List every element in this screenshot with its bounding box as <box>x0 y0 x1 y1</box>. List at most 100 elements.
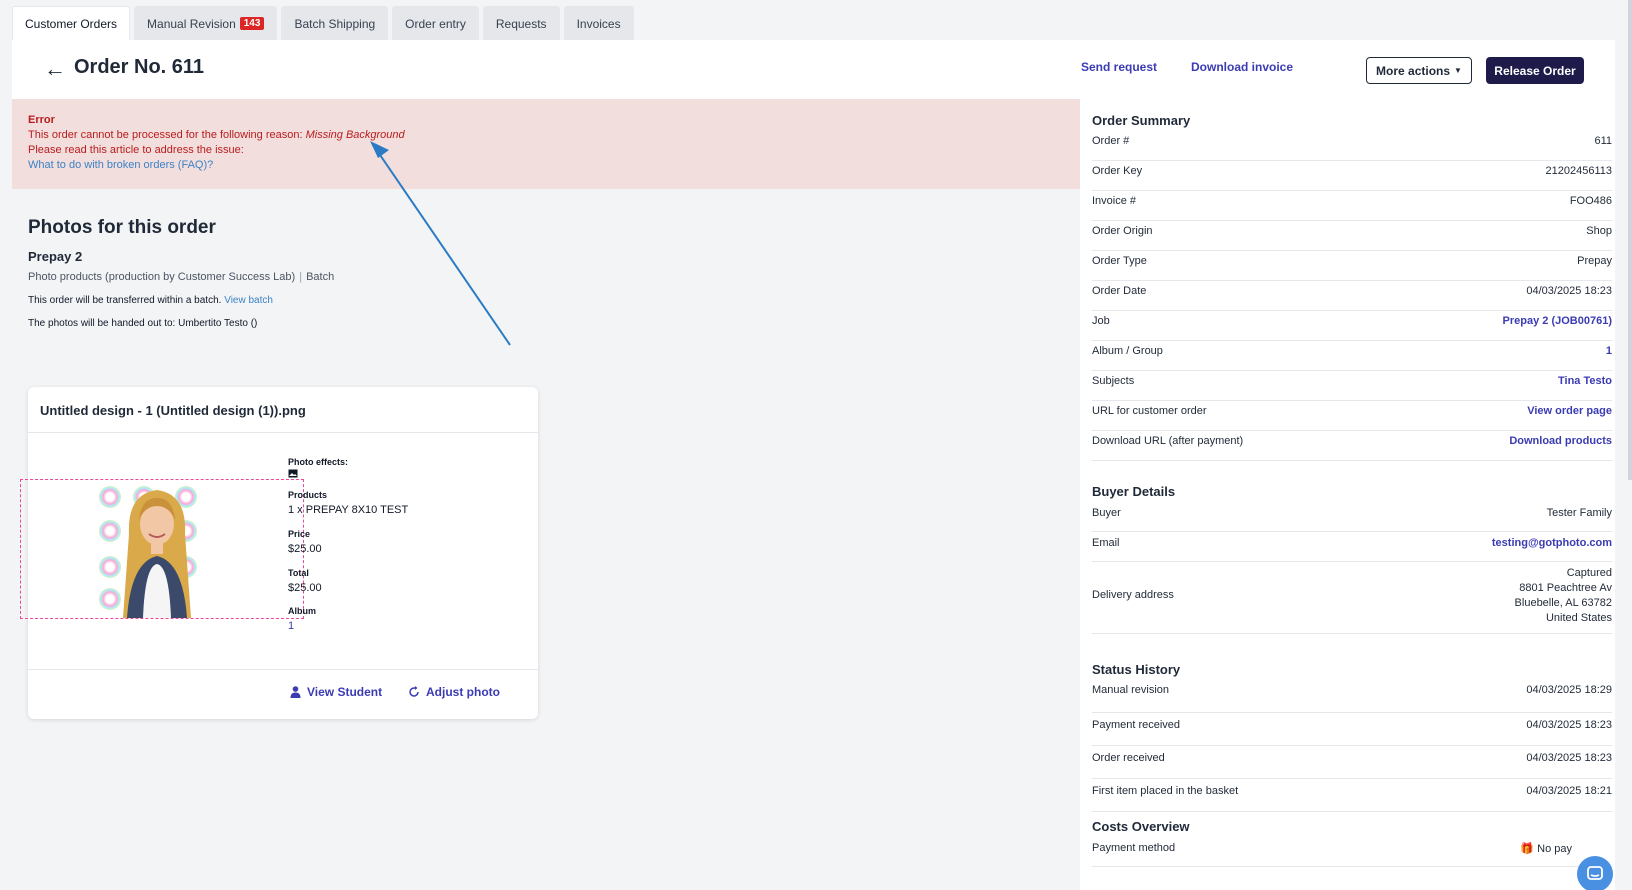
summary-row: Subjects Tina Testo <box>1092 371 1612 401</box>
view-student-button[interactable]: View Student <box>290 685 382 699</box>
order-summary-title: Order Summary <box>1092 113 1191 128</box>
summary-key: Order # <box>1092 135 1130 147</box>
buyer-row: Buyer Tester Family <box>1092 502 1612 532</box>
address-line: Bluebelle, AL 63782 <box>1514 597 1612 609</box>
production-info: Photo products (production by Customer S… <box>28 271 334 283</box>
summary-key: Order Key <box>1092 165 1143 177</box>
error-title: Error <box>28 114 55 126</box>
price-label: Price <box>288 529 311 539</box>
gift-icon: 🎁 <box>1520 843 1535 855</box>
email-link[interactable]: testing@gotphoto.com <box>1492 537 1612 549</box>
tab-label: Customer Orders <box>25 17 118 31</box>
photo-effects-label: Photo effects: <box>288 457 349 467</box>
address-line: United States <box>1545 612 1612 624</box>
album-label: Album <box>288 606 316 616</box>
tab-invoices[interactable]: Invoices <box>563 6 634 40</box>
handed-out-text: The photos will be handed out to: Umbert… <box>28 318 258 329</box>
buyer-key: Buyer <box>1092 507 1121 519</box>
summary-row: Order # 611 <box>1092 131 1612 161</box>
address-value: Captured 8801 Peachtree Av Bluebelle, AL… <box>1515 566 1612 626</box>
album-link[interactable]: 1 <box>288 620 294 632</box>
summary-row: Order Origin Shop <box>1092 221 1612 251</box>
summary-row: Order Date 04/03/2025 18:23 <box>1092 281 1612 311</box>
release-order-button[interactable]: Release Order <box>1486 57 1584 84</box>
batch-label: Batch <box>306 271 335 283</box>
chat-icon <box>1587 866 1603 880</box>
tab-label: Invoices <box>576 16 621 31</box>
status-key: Manual revision <box>1092 684 1170 696</box>
buyer-details-title: Buyer Details <box>1092 484 1176 499</box>
tab-requests[interactable]: Requests <box>482 6 560 40</box>
tab-order-entry[interactable]: Order entry <box>392 6 479 40</box>
student-portrait-image <box>123 490 191 618</box>
error-alert: Error This order cannot be processed for… <box>12 99 1080 189</box>
total-value: $25.00 <box>288 582 322 594</box>
faq-link[interactable]: What to do with broken orders (FAQ)? <box>28 158 1064 173</box>
more-actions-label: More actions <box>1376 63 1451 78</box>
summary-key: Invoice # <box>1092 195 1137 207</box>
tab-batch-shipping[interactable]: Batch Shipping <box>281 6 389 40</box>
tab-label: Batch Shipping <box>294 16 376 31</box>
summary-key: Order Origin <box>1092 225 1153 237</box>
send-request-link[interactable]: Send request <box>1081 60 1157 74</box>
album-group-link[interactable]: 1 <box>1606 345 1612 357</box>
back-arrow-icon[interactable]: ← <box>44 56 66 82</box>
summary-key: URL for customer order <box>1092 405 1207 417</box>
summary-value: 21202456113 <box>1545 165 1612 177</box>
refresh-icon <box>409 686 419 697</box>
address-line: Captured <box>1566 567 1612 579</box>
status-row: Manual revision 04/03/2025 18:29 <box>1092 680 1612 713</box>
divider <box>28 432 538 433</box>
tab-manual-revision[interactable]: Manual Revision 143 <box>134 6 278 40</box>
error-instruction: Please read this article to address the … <box>28 144 244 156</box>
price-value: $25.00 <box>288 543 322 555</box>
status-value: 04/03/2025 18:23 <box>1526 752 1612 764</box>
status-key: First item placed in the basket <box>1092 785 1239 797</box>
job-name: Prepay 2 <box>28 249 83 264</box>
status-value: 04/03/2025 18:23 <box>1526 719 1612 731</box>
download-products-link[interactable]: Download products <box>1509 435 1612 447</box>
address-line: 8801 Peachtree Av <box>1519 582 1612 594</box>
status-history-title: Status History <box>1092 662 1181 677</box>
summary-key: Subjects <box>1092 375 1135 387</box>
caret-down-icon: ▼ <box>1454 66 1462 75</box>
summary-row: Invoice # FOO486 <box>1092 191 1612 221</box>
more-actions-button[interactable]: More actions ▼ <box>1366 57 1472 84</box>
summary-row: Album / Group 1 <box>1092 341 1612 371</box>
summary-key: Job <box>1092 315 1110 327</box>
view-order-page-link[interactable]: View order page <box>1527 405 1612 417</box>
status-key: Payment received <box>1092 719 1181 731</box>
transfer-text: This order will be transferred within a … <box>28 295 222 306</box>
job-link[interactable]: Prepay 2 (JOB00761) <box>1503 315 1612 327</box>
summary-value: 04/03/2025 18:23 <box>1526 285 1612 297</box>
buyer-value: Tester Family <box>1546 507 1612 519</box>
error-reason: Missing Background <box>305 129 405 141</box>
tab-label: Order entry <box>405 16 466 31</box>
error-message: This order cannot be processed for the f… <box>28 128 1064 143</box>
photo-thumbnail[interactable] <box>95 480 217 618</box>
status-value: 04/03/2025 18:21 <box>1526 785 1612 797</box>
photos-heading: Photos for this order <box>28 217 216 238</box>
summary-row: Order Type Prepay <box>1092 251 1612 281</box>
adjust-photo-button[interactable]: Adjust photo <box>408 685 500 699</box>
summary-key: Download URL (after payment) <box>1092 435 1244 447</box>
total-label: Total <box>288 568 309 578</box>
summary-row: URL for customer order View order page <box>1092 401 1612 431</box>
products-label: Products <box>288 490 328 500</box>
chat-button[interactable] <box>1577 856 1613 890</box>
status-value: 04/03/2025 18:29 <box>1526 684 1612 696</box>
tab-bar: Customer Orders Manual Revision 143 Batch… <box>12 6 634 41</box>
download-invoice-link[interactable]: Download invoice <box>1191 60 1293 74</box>
summary-key: Order Type <box>1092 255 1147 267</box>
summary-row: Job Prepay 2 (JOB00761) <box>1092 311 1612 341</box>
costs-overview-title: Costs Overview <box>1092 819 1190 834</box>
summary-row: Download URL (after payment) Download pro… <box>1092 431 1612 461</box>
subject-link[interactable]: Tina Testo <box>1558 375 1612 387</box>
tab-label: Requests <box>495 16 547 31</box>
photo-selection-frame[interactable] <box>20 479 304 619</box>
scrollbar[interactable] <box>1628 0 1632 480</box>
address-row: Delivery address Captured 8801 Peachtree… <box>1092 562 1612 634</box>
photo-card: Untitled design - 1 (Untitled design (1)… <box>20 387 538 719</box>
tab-customer-orders[interactable]: Customer Orders <box>12 6 131 41</box>
view-batch-link[interactable]: View batch <box>224 295 273 306</box>
